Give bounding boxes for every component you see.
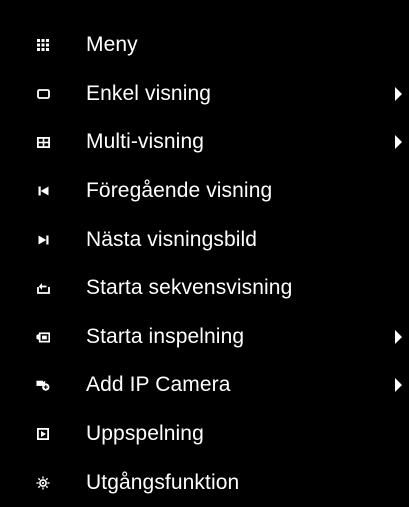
previous-view-icon [36, 184, 50, 198]
menu-item-label: Add IP Camera [86, 373, 231, 397]
menu-item-enkel-visning[interactable]: Enkel visning [0, 70, 409, 119]
record-icon [36, 330, 50, 344]
menu-item-multi-visning[interactable]: Multi-visning [0, 118, 409, 167]
sequence-view-icon [36, 281, 50, 295]
next-view-icon [36, 233, 50, 247]
menu-item-label: Starta inspelning [86, 324, 245, 348]
add-ip-camera-icon [36, 378, 50, 392]
playback-icon [36, 427, 50, 441]
context-menu: Meny Enkel visning Multi-visning Föregåe… [0, 21, 409, 507]
menu-item-foregaende-visning[interactable]: Föregående visning [0, 167, 409, 216]
menu-item-meny[interactable]: Meny [0, 21, 409, 70]
submenu-arrow-icon [395, 378, 402, 393]
menu-item-nasta-visningsbild[interactable]: Nästa visningsbild [0, 215, 409, 264]
menu-item-label: Utgångsfunktion [86, 470, 240, 494]
multi-view-icon [36, 135, 50, 149]
submenu-arrow-icon [395, 86, 402, 101]
menu-item-add-ip-camera[interactable]: Add IP Camera [0, 361, 409, 410]
menu-item-label: Nästa visningsbild [86, 227, 258, 251]
menu-item-utgangsfunktion[interactable]: Utgångsfunktion [0, 458, 409, 507]
menu-item-label: Starta sekvensvisning [86, 276, 293, 300]
submenu-arrow-icon [395, 135, 402, 150]
menu-item-uppspelning[interactable]: Uppspelning [0, 410, 409, 459]
menu-item-starta-sekvensvisning[interactable]: Starta sekvensvisning [0, 264, 409, 313]
menu-grid-icon [36, 38, 50, 52]
menu-item-label: Uppspelning [86, 422, 204, 446]
single-view-icon [36, 87, 50, 101]
menu-item-label: Enkel visning [86, 81, 212, 105]
menu-item-label: Multi-visning [86, 130, 204, 154]
menu-item-label: Meny [86, 33, 138, 57]
menu-item-starta-inspelning[interactable]: Starta inspelning [0, 313, 409, 362]
menu-item-label: Föregående visning [86, 179, 273, 203]
submenu-arrow-icon [395, 329, 402, 344]
output-mode-icon [36, 476, 50, 490]
